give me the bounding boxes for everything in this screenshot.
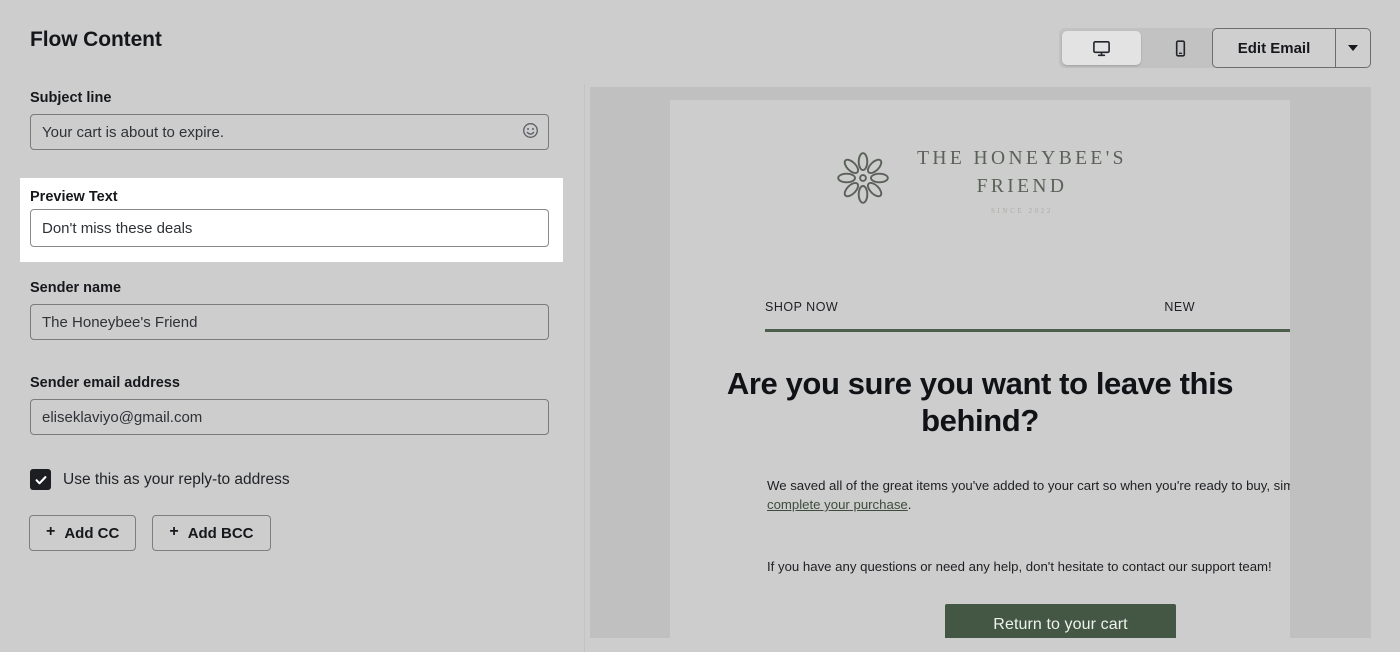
add-cc-label: Add CC xyxy=(64,524,120,542)
app-header: Flow Content Edit Email xyxy=(0,0,1400,84)
email-body-1-text-before: We saved all of the great items you've a… xyxy=(767,478,1290,493)
complete-your-purchase-link[interactable]: complete your purchase xyxy=(767,497,908,512)
brand-name: THE HONEYBEE'S FRIEND xyxy=(917,148,1127,197)
add-cc-button[interactable]: + Add CC xyxy=(29,515,137,551)
preview-text-input[interactable] xyxy=(30,209,549,247)
flow-content-form-panel: Subject line Preview Text Sender name xyxy=(0,84,585,652)
email-canvas: THE HONEYBEE'S FRIEND SINCE 2022 SHOP NO… xyxy=(670,100,1290,638)
page-title: Flow Content xyxy=(30,28,162,51)
add-bcc-button[interactable]: + Add BCC xyxy=(152,515,271,551)
email-brand-lockup: THE HONEYBEE'S FRIEND SINCE 2022 xyxy=(670,145,1290,215)
brand-tagline: SINCE 2022 xyxy=(991,207,1053,216)
email-preview-pane: THE HONEYBEE'S FRIEND SINCE 2022 SHOP NO… xyxy=(590,87,1371,638)
reply-to-checkbox-row[interactable]: Use this as your reply-to address xyxy=(30,469,290,490)
return-to-cart-button[interactable]: Return to your cart xyxy=(945,604,1176,638)
edit-email-split-button[interactable]: Edit Email xyxy=(1212,28,1371,68)
smiley-face-icon xyxy=(522,122,539,142)
email-body-1-text-after: . xyxy=(907,497,912,513)
sender-name-input[interactable] xyxy=(30,304,549,340)
subject-line-input-wrap xyxy=(30,114,549,150)
email-nav-divider xyxy=(765,329,1290,332)
subject-line-input[interactable] xyxy=(30,114,549,150)
subject-line-field-group: Subject line xyxy=(30,90,549,150)
device-view-toggle[interactable] xyxy=(1059,28,1223,68)
sender-name-label: Sender name xyxy=(30,280,122,296)
edit-email-dropdown-button[interactable] xyxy=(1335,29,1370,67)
sender-email-label: Sender email address xyxy=(30,375,180,391)
preview-text-field-group: Preview Text xyxy=(20,178,563,262)
brand-wordmark: THE HONEYBEE'S FRIEND SINCE 2022 xyxy=(917,145,1127,215)
subject-line-label: Subject line xyxy=(30,90,112,106)
sender-name-field-group: Sender name xyxy=(30,280,549,340)
add-bcc-label: Add BCC xyxy=(187,524,254,542)
email-nav: SHOP NOW NEW xyxy=(765,300,1195,314)
emoji-picker-button[interactable] xyxy=(520,122,540,142)
mobile-phone-icon xyxy=(1171,39,1190,58)
email-headline: Are you sure you want to leave this behi… xyxy=(726,366,1234,438)
sender-email-field-group: Sender email address xyxy=(30,375,549,435)
mobile-view-button[interactable] xyxy=(1141,31,1220,65)
reply-to-checkbox[interactable] xyxy=(30,469,51,490)
flower-logo-icon xyxy=(833,148,893,213)
reply-to-label: Use this as your reply-to address xyxy=(63,470,290,488)
cc-bcc-button-row: + Add CC + Add BCC xyxy=(29,515,271,551)
email-nav-link-new[interactable]: NEW xyxy=(1164,300,1195,314)
plus-icon: + xyxy=(169,523,179,540)
email-body-paragraph-2: If you have any questions or need any he… xyxy=(767,559,1272,574)
desktop-monitor-icon xyxy=(1092,39,1111,58)
plus-icon: + xyxy=(46,523,56,540)
email-nav-link-shop-now[interactable]: SHOP NOW xyxy=(765,300,838,314)
sender-email-input[interactable] xyxy=(30,399,549,435)
preview-text-label: Preview Text xyxy=(30,189,118,205)
chevron-down-icon xyxy=(1348,45,1358,51)
desktop-view-button[interactable] xyxy=(1062,31,1141,65)
checkmark-icon xyxy=(34,473,48,487)
email-body-paragraph-1: We saved all of the great items you've a… xyxy=(767,476,1290,515)
edit-email-button[interactable]: Edit Email xyxy=(1213,29,1335,67)
